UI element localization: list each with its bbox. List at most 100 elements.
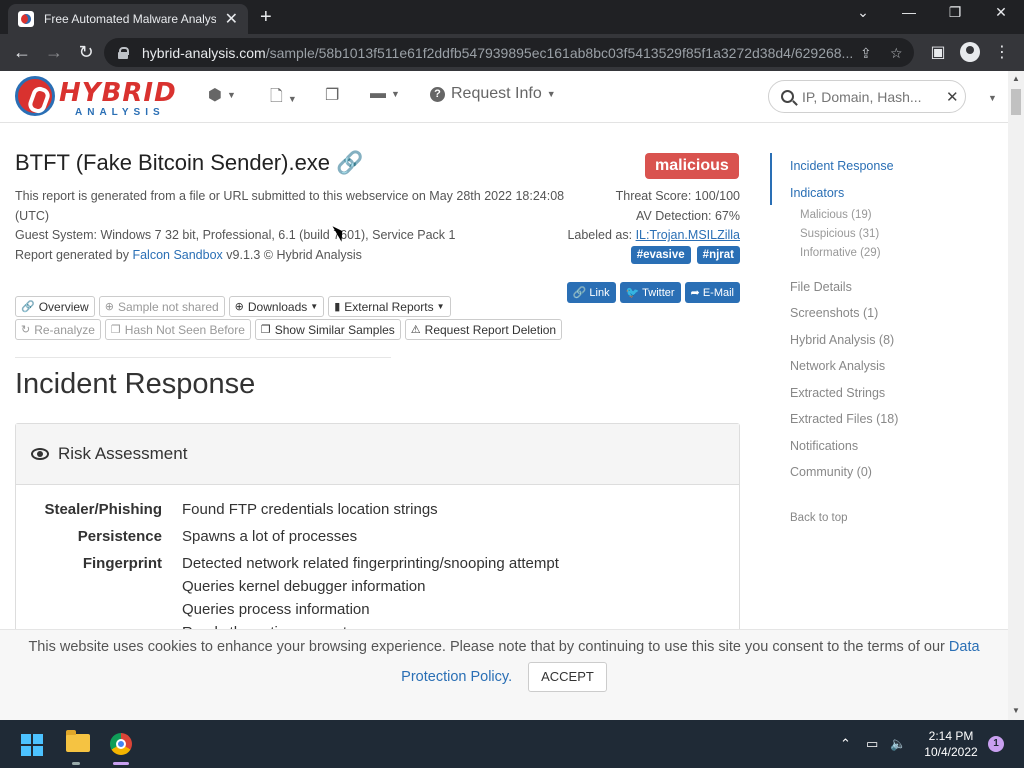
new-tab-icon[interactable]: + — [260, 6, 272, 29]
overview-button[interactable]: 🔗 Overview — [15, 296, 95, 317]
falcon-sandbox-link[interactable]: Falcon Sandbox — [132, 248, 222, 262]
tray-chevron-icon[interactable]: ⌃ — [840, 736, 851, 752]
guest-system-info: Guest System: Windows 7 32 bit, Professi… — [15, 228, 456, 242]
download-icon: ⊕ — [234, 301, 244, 313]
cube-icon: ⬢ — [208, 87, 222, 104]
chrome-menu-icon[interactable]: ⋮ — [990, 42, 1014, 62]
report-actions-row-1: 🔗 Overview ⊕ Sample not shared ⊕ Downloads ▼… — [15, 296, 451, 317]
url-text[interactable]: hybrid-analysis.com/sample/58b1013f511e6… — [142, 45, 852, 61]
page-scrollbar[interactable]: ▲ ▼ — [1008, 71, 1024, 720]
clear-search-icon[interactable]: ✕ — [946, 88, 959, 106]
address-bar[interactable]: hybrid-analysis.com/sample/58b1013f511e6… — [104, 38, 914, 67]
sidebar-item-malicious[interactable]: Malicious (19) — [800, 209, 872, 221]
active-indicator — [770, 153, 772, 205]
sidebar-item-notifications[interactable]: Notifications — [790, 439, 858, 453]
copy-icon: ❐ — [260, 324, 271, 336]
profile-avatar-icon[interactable] — [960, 42, 980, 62]
external-reports-dropdown[interactable]: ▮ External Reports ▼ — [328, 296, 451, 317]
risk-row: Persistence Spawns a lot of processes — [16, 525, 559, 548]
share-link-button[interactable]: 🔗 Link — [566, 282, 616, 303]
tag-njrat[interactable]: #njrat — [696, 246, 740, 264]
reanalyze-button[interactable]: ↻ Re-analyze — [15, 319, 101, 340]
system-clock[interactable]: 2:14 PM 10/4/2022 — [916, 728, 986, 760]
tab-close-icon[interactable]: ✕ — [225, 9, 238, 29]
forward-arrow-icon[interactable]: → — [42, 42, 66, 63]
divider — [15, 357, 391, 358]
explorer-running-indicator — [72, 762, 80, 765]
cookie-banner: This website uses cookies to enhance you… — [0, 629, 1008, 720]
share-buttons: 🔗 Link 🐦 Twitter ➦ E-Mail — [566, 282, 740, 303]
accept-cookies-button[interactable]: ACCEPT — [528, 662, 607, 692]
downloads-dropdown[interactable]: ⊕ Downloads ▼ — [228, 296, 325, 317]
files-icon: ❐ — [325, 87, 340, 104]
tag-evasive[interactable]: #evasive — [630, 246, 691, 264]
notification-badge[interactable]: 1 — [988, 736, 1004, 752]
logo-sub: ANALYSIS — [75, 107, 165, 118]
sidebar-item-suspicious[interactable]: Suspicious (31) — [800, 228, 879, 240]
permalink-icon[interactable]: 🔗 — [336, 150, 363, 175]
windows-start-icon[interactable] — [21, 734, 43, 756]
sidebar-item-network-analysis[interactable]: Network Analysis — [790, 359, 885, 373]
scroll-up-arrow-icon[interactable]: ▲ — [1012, 74, 1020, 83]
label-link[interactable]: IL:Trojan.MSILZilla — [636, 228, 740, 242]
user-menu-caret-icon[interactable]: ▼ — [988, 93, 997, 103]
nav-sandbox-dropdown[interactable]: ⬢ ▼ — [208, 85, 236, 105]
logo-word: HYBRID — [59, 78, 177, 108]
search-input[interactable] — [802, 88, 942, 105]
share-email-button[interactable]: ➦ E-Mail — [684, 282, 740, 303]
sidebar-item-extracted-strings[interactable]: Extracted Strings — [790, 386, 885, 400]
back-to-top-link[interactable]: Back to top — [790, 512, 848, 524]
network-icon[interactable]: ▭ — [866, 736, 878, 752]
sidebar-item-file-details[interactable]: File Details — [790, 280, 852, 294]
sample-not-shared-button[interactable]: ⊕ Sample not shared — [98, 296, 225, 317]
labeled-as: Labeled as: IL:Trojan.MSILZilla — [567, 228, 740, 242]
sidebar-item-hybrid-analysis[interactable]: Hybrid Analysis (8) — [790, 333, 894, 347]
side-panel-icon[interactable]: ▣ — [926, 42, 950, 62]
clock-time: 2:14 PM — [928, 729, 974, 743]
nav-request-info-dropdown[interactable]: ? Request Info ▼ — [430, 85, 556, 103]
back-arrow-icon[interactable]: ← — [10, 42, 34, 63]
panel-header: Risk Assessment — [16, 424, 739, 485]
request-deletion-button[interactable]: ⚠ Request Report Deletion — [404, 319, 563, 340]
sidebar-item-screenshots[interactable]: Screenshots (1) — [790, 306, 878, 320]
site-header: HYBRID ANALYSIS ⬢ ▼ 🗋 ▼ ❐ ▬ ▼ ? Request Info… — [0, 71, 1008, 123]
minimize-icon[interactable]: — — [886, 4, 932, 20]
risk-item: Queries process information — [182, 601, 370, 618]
volume-icon[interactable]: 🔈 — [890, 736, 906, 752]
bookmark-star-icon[interactable]: ☆ — [890, 45, 903, 62]
reload-icon[interactable]: ↻ — [74, 42, 98, 63]
link-icon: 🔗 — [572, 287, 587, 299]
nav-submit-dropdown[interactable]: 🗋 ▼ — [270, 85, 297, 112]
eye-icon — [31, 448, 49, 460]
restore-icon[interactable]: ❐ — [932, 4, 978, 21]
lock-icon[interactable] — [118, 46, 129, 59]
share-icon[interactable]: ⇪ — [860, 45, 872, 62]
nav-reports-button[interactable]: ❐ — [325, 85, 339, 105]
chrome-active-indicator — [113, 762, 129, 765]
scroll-down-arrow-icon[interactable]: ▼ — [1012, 706, 1020, 715]
chrome-taskbar-icon[interactable] — [110, 733, 132, 755]
sidebar-item-community[interactable]: Community (0) — [790, 465, 872, 479]
nav-folder-dropdown[interactable]: ▬ ▼ — [370, 85, 400, 103]
share-circle-icon: ⊕ — [104, 301, 114, 313]
scroll-thumb[interactable] — [1011, 89, 1021, 115]
window-close-icon[interactable]: ✕ — [978, 4, 1024, 21]
show-similar-samples-button[interactable]: ❐ Show Similar Samples — [254, 319, 401, 340]
hash-not-seen-button[interactable]: ❐ Hash Not Seen Before — [104, 319, 251, 340]
file-explorer-icon[interactable] — [66, 730, 90, 752]
clock-date: 10/4/2022 — [924, 745, 978, 759]
sidebar-item-indicators[interactable]: Indicators — [790, 186, 844, 200]
sidebar-item-incident-response[interactable]: Incident Response — [790, 159, 894, 173]
browser-tab[interactable]: Free Automated Malware Analysis ✕ — [8, 4, 248, 34]
book-icon: ▮ — [334, 301, 341, 313]
hybrid-analysis-logo[interactable]: HYBRID ANALYSIS — [15, 76, 185, 120]
share-twitter-button[interactable]: 🐦 Twitter — [619, 282, 681, 303]
sidebar-item-extracted-files[interactable]: Extracted Files (18) — [790, 412, 898, 426]
tab-search-chevron-icon[interactable]: ⌄ — [840, 4, 886, 21]
report-description: This report is generated from a file or … — [15, 187, 595, 265]
search-box[interactable]: ✕ — [768, 80, 966, 113]
search-icon — [781, 90, 794, 103]
risk-category: Persistence — [77, 528, 162, 545]
sidebar-item-informative[interactable]: Informative (29) — [800, 247, 881, 259]
browser-titlebar: Free Automated Malware Analysis ✕ + ⌄ — … — [0, 0, 1024, 34]
